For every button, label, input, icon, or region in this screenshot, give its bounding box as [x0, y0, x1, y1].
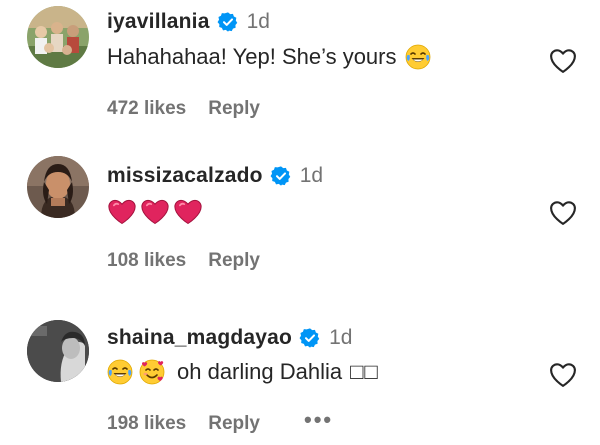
heart-outline-icon[interactable]: [548, 360, 578, 388]
comment-body: Hahahahaa! Yep! She’s yours: [107, 44, 397, 69]
red-heart-icon: [140, 197, 170, 225]
heart-outline-icon[interactable]: [548, 46, 578, 74]
verified-badge-icon: [270, 165, 292, 187]
avatar[interactable]: [27, 6, 89, 68]
comment-meta: 472 likes Reply: [107, 98, 260, 120]
avatar[interactable]: [27, 320, 89, 382]
verified-badge-icon: [299, 327, 321, 349]
username[interactable]: shaina_magdayao: [107, 326, 292, 350]
smiling-face-with-hearts-icon: [139, 359, 165, 385]
comment-meta: 198 likes Reply •••: [107, 409, 333, 435]
unrendered-glyphs: □□: [350, 359, 379, 384]
face-with-tears-of-joy-icon: [107, 359, 133, 385]
comment-text: oh darling Dahlia □□: [107, 359, 379, 385]
comment-meta: 108 likes Reply: [107, 250, 260, 272]
reply-button[interactable]: Reply: [208, 250, 260, 272]
face-with-tears-of-joy-icon: [405, 44, 431, 70]
more-options-button[interactable]: •••: [304, 409, 333, 431]
comment-header: missizacalzado 1d: [107, 164, 323, 188]
red-heart-icon: [107, 197, 137, 225]
username[interactable]: missizacalzado: [107, 164, 263, 188]
timestamp[interactable]: 1d: [247, 10, 270, 34]
username[interactable]: iyavillania: [107, 10, 210, 34]
likes-count[interactable]: 108 likes: [107, 250, 186, 272]
verified-badge-icon: [217, 11, 239, 33]
comment-header: iyavillania 1d: [107, 10, 270, 34]
comment-text: Hahahahaa! Yep! She’s yours: [107, 44, 435, 70]
likes-count[interactable]: 472 likes: [107, 98, 186, 120]
heart-outline-icon[interactable]: [548, 198, 578, 226]
likes-count[interactable]: 198 likes: [107, 413, 186, 435]
reply-button[interactable]: Reply: [208, 413, 260, 435]
timestamp[interactable]: 1d: [329, 326, 352, 350]
reply-button[interactable]: Reply: [208, 98, 260, 120]
comment-header: shaina_magdayao 1d: [107, 326, 352, 350]
avatar[interactable]: [27, 156, 89, 218]
red-heart-icon: [173, 197, 203, 225]
comment-text: [107, 197, 206, 225]
comment-body: oh darling Dahlia: [177, 359, 343, 384]
timestamp[interactable]: 1d: [300, 164, 323, 188]
